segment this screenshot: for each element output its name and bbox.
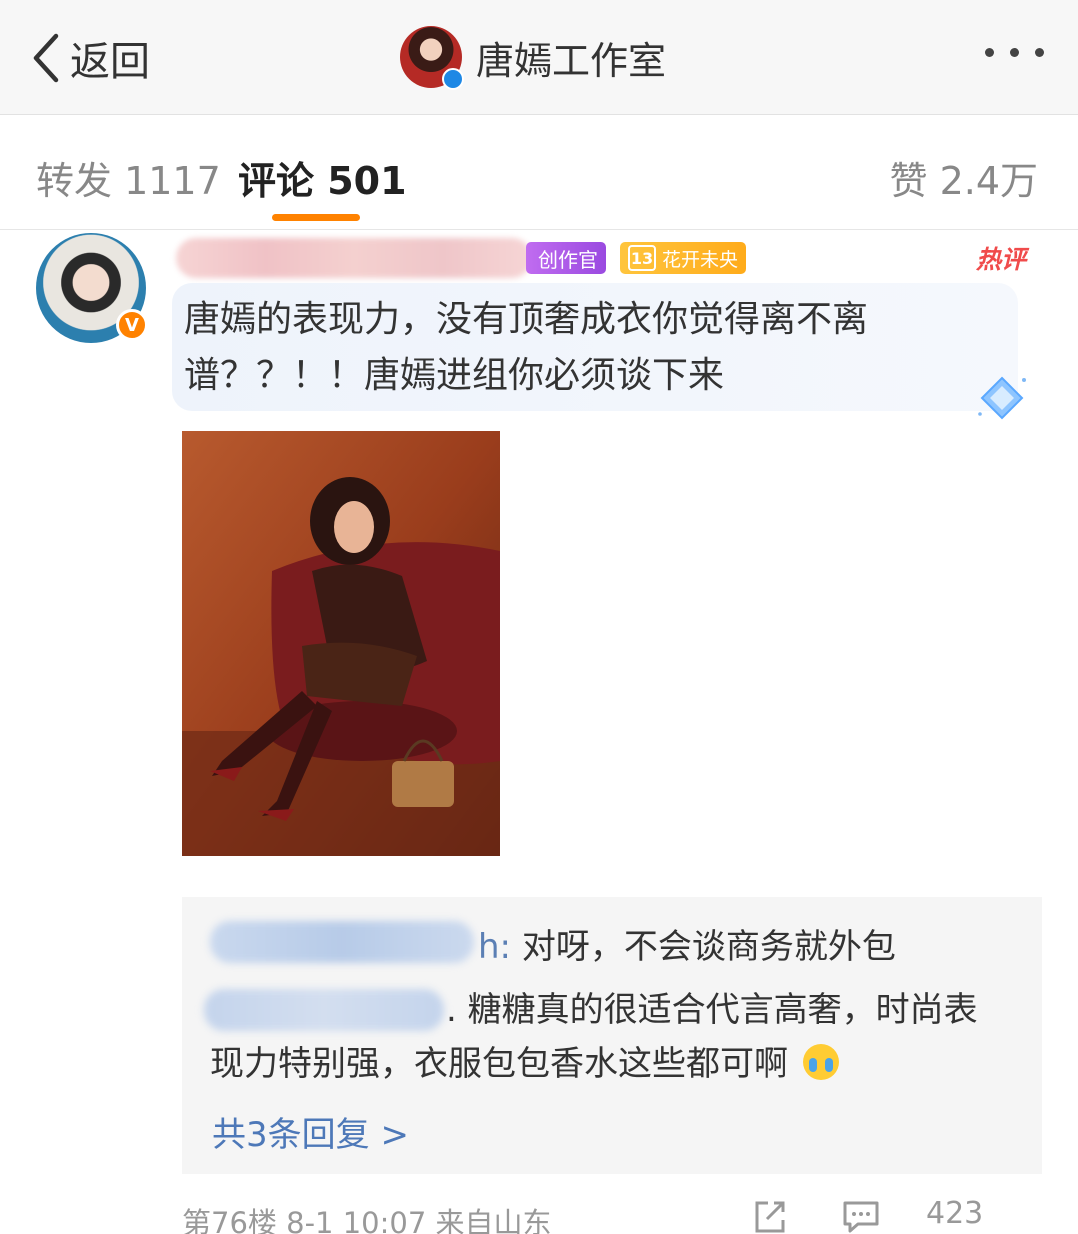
verified-icon: [442, 68, 464, 90]
active-tab-indicator: [272, 214, 360, 221]
reply-text: 糖糖真的很适合代言高奢，时尚表现力特别强，衣服包包香水这些都可啊: [210, 990, 978, 1084]
comment-text: 唐嫣的表现力，没有顶奢成衣你觉得离不离谱？？！！唐嫣进组你必须谈下来: [184, 299, 869, 396]
reply-item[interactable]: . 糖糖真的很适合代言高奢，时尚表现力特别强，衣服包包香水这些都可啊: [210, 983, 1010, 1091]
view-all-replies-link[interactable]: 共3条回复 >: [212, 1107, 409, 1156]
back-label: 返回: [70, 39, 150, 85]
replies-box: h: 对呀，不会谈商务就外包 . 糖糖真的很适合代言高奢，时尚表现力特别强，衣服…: [182, 897, 1042, 1174]
more-dot-icon: [985, 48, 994, 57]
account-header[interactable]: 唐嫣工作室: [400, 26, 667, 90]
hot-comment-tag: 热评: [976, 245, 1027, 274]
commenter-username-blurred[interactable]: [176, 238, 532, 278]
reply-username-tail: h:: [478, 927, 512, 967]
tab-repost[interactable]: 转发 1117: [36, 150, 221, 205]
fan-club-badge[interactable]: 13 花开未央: [620, 242, 747, 274]
crying-emoji-icon: [802, 1044, 839, 1080]
comment-meta: 第76楼 8-1 10:07 来自山东: [182, 1206, 552, 1234]
more-dot-icon: [1010, 48, 1019, 57]
share-button[interactable]: [752, 1200, 788, 1234]
comment-icon: [843, 1201, 879, 1233]
like-count[interactable]: 423: [926, 1196, 983, 1231]
reply-username-blurred[interactable]: [210, 921, 474, 963]
creator-badge[interactable]: 创作官: [526, 242, 606, 274]
chevron-left-icon: [33, 33, 59, 83]
fan-level: 13: [628, 245, 656, 271]
photo-illustration: [182, 431, 500, 856]
diamond-decoration-icon: [978, 376, 1026, 420]
commenter-avatar[interactable]: V: [36, 233, 148, 343]
nav-bar: 返回 唐嫣工作室: [0, 0, 1078, 115]
reply-text: 对呀，不会谈商务就外包: [521, 927, 896, 967]
creator-badge-label: 创作官: [538, 247, 598, 272]
tab-comment[interactable]: 评论 501: [238, 150, 407, 205]
fan-club-name: 花开未央: [662, 248, 739, 271]
share-icon: [755, 1201, 785, 1233]
reply-button[interactable]: [842, 1200, 880, 1234]
more-dot-icon: [1035, 48, 1044, 57]
page-title: 唐嫣工作室: [476, 38, 667, 83]
tab-like[interactable]: 赞 2.4万: [889, 150, 1038, 205]
reply-username-tail: .: [446, 990, 457, 1030]
verified-v-icon: V: [116, 309, 148, 341]
reply-item[interactable]: h: 对呀，不会谈商务就外包: [478, 919, 896, 968]
back-button[interactable]: 返回: [28, 30, 150, 86]
comment-photo[interactable]: [182, 431, 500, 856]
more-options-button[interactable]: [985, 48, 1044, 57]
account-avatar[interactable]: [400, 26, 464, 90]
tab-bar: 转发 1117 评论 501 赞 2.4万: [0, 116, 1078, 230]
